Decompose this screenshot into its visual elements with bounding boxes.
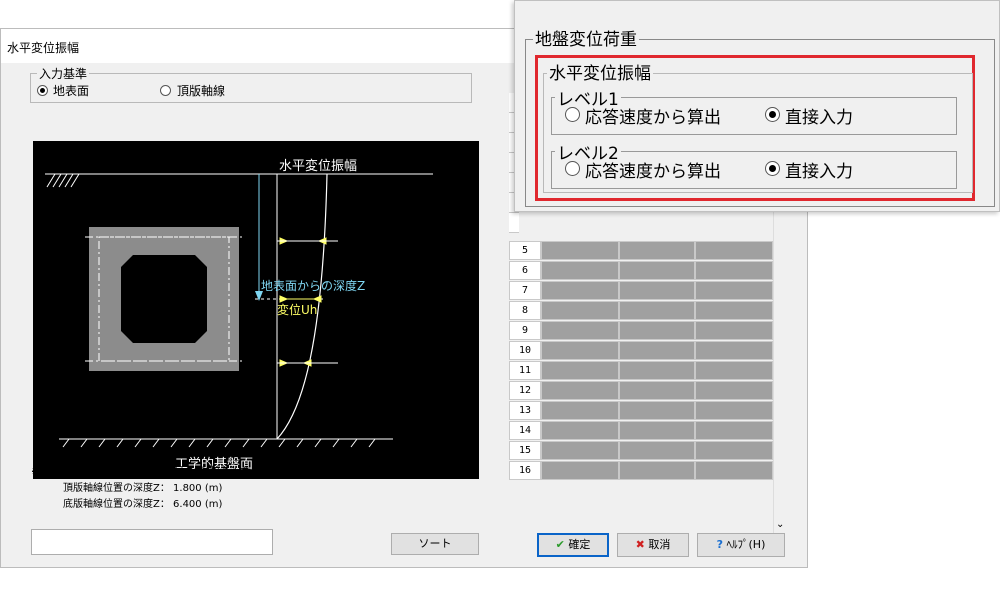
help-button[interactable]: ? ﾍﾙﾌﾟ(H) xyxy=(697,533,785,557)
grid-row-header: 13 xyxy=(509,401,541,420)
radio-top-slab-axis-label[interactable]: 頂版軸線 xyxy=(177,82,225,99)
level2-radio-calc[interactable] xyxy=(565,161,580,176)
grid-cell[interactable] xyxy=(619,261,695,280)
grid-cell[interactable] xyxy=(541,301,619,320)
grid-cell[interactable] xyxy=(695,301,773,320)
check-icon: ✔ xyxy=(555,538,565,551)
cross-icon: ✖ xyxy=(635,538,645,551)
grid-cell[interactable] xyxy=(541,421,619,440)
grid-row-header: 7 xyxy=(509,281,541,300)
grid-cell[interactable] xyxy=(541,281,619,300)
grid-cell[interactable] xyxy=(619,401,695,420)
grid-cell[interactable] xyxy=(619,301,695,320)
grid-row-header: 5 xyxy=(509,241,541,260)
level2-calc-label[interactable]: 応答速度から算出 xyxy=(585,157,721,182)
grid-cell[interactable] xyxy=(541,441,619,460)
grid-row-header: 9 xyxy=(509,321,541,340)
radio-top-slab-axis[interactable] xyxy=(160,85,171,96)
grid-row-stub xyxy=(509,213,519,233)
radio-ground-surface-label[interactable]: 地表面 xyxy=(53,82,89,99)
help-button-label: ﾍﾙﾌﾟ(H) xyxy=(726,538,766,551)
grid-row-header: 10 xyxy=(509,341,541,360)
grid-cell[interactable] xyxy=(695,381,773,400)
grid-cell[interactable] xyxy=(695,401,773,420)
level1-direct-label[interactable]: 直接入力 xyxy=(785,103,853,128)
grid-cell[interactable] xyxy=(541,261,619,280)
question-icon: ? xyxy=(716,538,724,551)
grid-cell[interactable] xyxy=(619,381,695,400)
grid-cell[interactable] xyxy=(619,241,695,260)
grid-cell[interactable] xyxy=(619,361,695,380)
level1-radio-calc[interactable] xyxy=(565,107,580,122)
disp-label: 変位Uh xyxy=(277,303,318,317)
depth-label: 地表面からの深度Z xyxy=(261,279,366,293)
level2-direct-label[interactable]: 直接入力 xyxy=(785,157,853,182)
grid-cell[interactable] xyxy=(541,461,619,480)
grid-cell[interactable] xyxy=(619,341,695,360)
box-culvert-inner xyxy=(121,255,207,343)
grid-cell[interactable] xyxy=(695,461,773,480)
radio-ground-surface[interactable] xyxy=(37,85,48,96)
grid-cell[interactable] xyxy=(541,241,619,260)
grid-cell[interactable] xyxy=(695,281,773,300)
base-hatch xyxy=(62,438,376,448)
grid-cell[interactable] xyxy=(619,421,695,440)
figure-title: 水平変位振幅 xyxy=(279,159,358,174)
grid-cell[interactable] xyxy=(541,361,619,380)
grid-cell[interactable] xyxy=(695,261,773,280)
grid-cell[interactable] xyxy=(619,321,695,340)
grid-cell[interactable] xyxy=(541,381,619,400)
grid-cell[interactable] xyxy=(695,341,773,360)
grid-cell[interactable] xyxy=(695,321,773,340)
cancel-button-label: 取消 xyxy=(648,538,671,551)
ground-hatch xyxy=(46,173,80,188)
grid-row-header: 8 xyxy=(509,301,541,320)
level1-radio-direct[interactable] xyxy=(765,107,780,122)
grid-cell[interactable] xyxy=(619,461,695,480)
grid-cell[interactable] xyxy=(695,421,773,440)
grid-row-header: 11 xyxy=(509,361,541,380)
grid-cell[interactable] xyxy=(695,441,773,460)
grid-cell[interactable] xyxy=(619,441,695,460)
diagram-svg xyxy=(45,173,433,448)
ground-displacement-panel: 地盤変位荷重 水平変位振幅 レベル1 応答速度から算出 直接入力 レベル2 応答… xyxy=(514,0,1000,212)
level2-radio-direct[interactable] xyxy=(765,161,780,176)
grid-cell[interactable] xyxy=(541,321,619,340)
cancel-button[interactable]: ✖ 取消 xyxy=(617,533,689,557)
sort-button[interactable]: ソート xyxy=(391,533,479,555)
grid-row-header: 16 xyxy=(509,461,541,480)
note-line-3: 底版軸線位置の深度Z： 6.400 (m) xyxy=(63,499,223,510)
grid-row-header: 12 xyxy=(509,381,541,400)
grid-row-header: 6 xyxy=(509,261,541,280)
grid-row-header: 14 xyxy=(509,421,541,440)
grid-row-header: 15 xyxy=(509,441,541,460)
amplitude-legend: 水平変位振幅 xyxy=(547,59,653,84)
window-title: 水平変位振幅 xyxy=(7,41,80,55)
grid-cell[interactable] xyxy=(619,281,695,300)
grid-cell[interactable] xyxy=(695,361,773,380)
grid-cell[interactable] xyxy=(541,401,619,420)
grid-cell[interactable] xyxy=(541,341,619,360)
ok-button-label: 確定 xyxy=(568,538,591,551)
diagram-figure: 水平変位振幅 地表面からの深度Z 変位Uh 工学的基盤面 xyxy=(33,141,479,479)
ok-button[interactable]: ✔ 確定 xyxy=(537,533,609,557)
scroll-down-icon[interactable]: ⌄ xyxy=(776,519,784,530)
grid-cell[interactable] xyxy=(695,241,773,260)
note-line-1: ※頂版軸線以浅、底版軸線以深の変位は必ず入力してください。 xyxy=(31,465,348,478)
status-field xyxy=(31,529,273,555)
input-basis-legend: 入力基準 xyxy=(37,65,90,82)
level1-calc-label[interactable]: 応答速度から算出 xyxy=(585,103,721,128)
note-line-2: 頂版軸線位置の深度Z： 1.800 (m) xyxy=(63,483,223,494)
panel-title: 地盤変位荷重 xyxy=(533,25,639,50)
input-basis-group xyxy=(30,73,472,103)
